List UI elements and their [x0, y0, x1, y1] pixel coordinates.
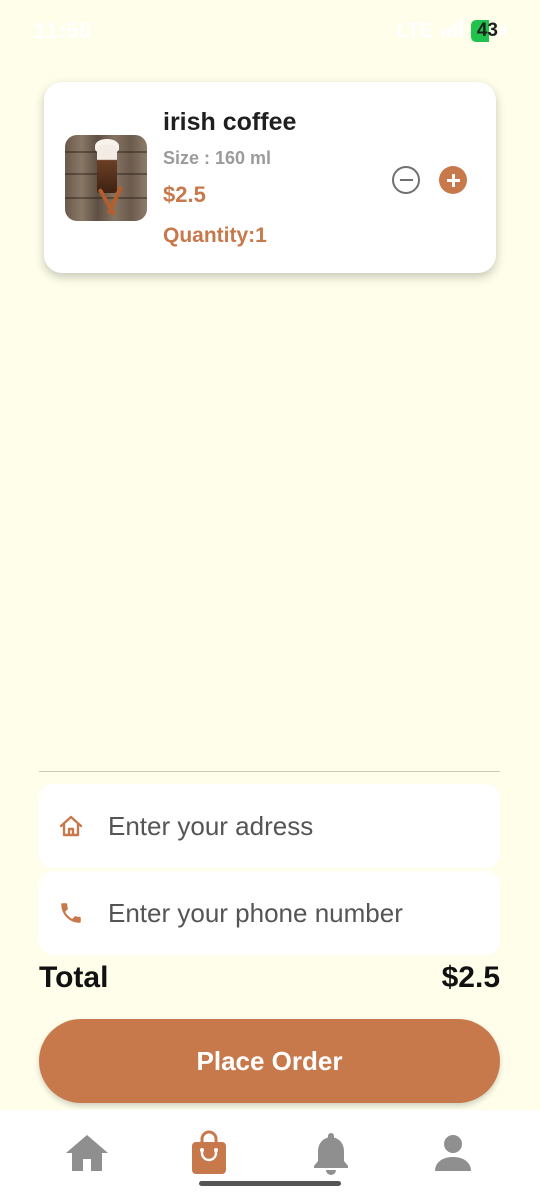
- address-input[interactable]: [108, 810, 488, 842]
- battery-percentage: 43: [476, 20, 498, 41]
- status-indicators: LTE 43: [397, 19, 506, 43]
- decrease-quantity-button[interactable]: [392, 166, 420, 194]
- home-indicator: [199, 1181, 341, 1186]
- signal-icon: [440, 19, 463, 43]
- bell-icon: [311, 1131, 351, 1180]
- phone-field[interactable]: [39, 871, 500, 955]
- item-price: $2.5: [163, 182, 206, 207]
- total-label: Total: [39, 961, 109, 994]
- item-name: irish coffee: [163, 108, 297, 136]
- battery-icon: 43: [470, 20, 506, 42]
- home-outline-icon: [57, 812, 85, 840]
- product-image: [65, 135, 147, 221]
- nav-profile[interactable]: [423, 1125, 483, 1185]
- status-bar: 11:50 LTE 43: [0, 0, 540, 62]
- phone-icon: [57, 899, 85, 927]
- divider: [39, 771, 500, 772]
- item-quantity: Quantity:1: [163, 224, 267, 247]
- item-size: Size : 160 ml: [163, 148, 272, 168]
- bottom-navigation: [0, 1110, 540, 1200]
- status-time: 11:50: [34, 18, 92, 43]
- place-order-button[interactable]: Place Order: [39, 1019, 500, 1103]
- address-field[interactable]: [39, 784, 500, 868]
- shopping-bag-icon: [190, 1130, 228, 1181]
- nav-notifications[interactable]: [301, 1125, 361, 1185]
- total-value: $2.5: [441, 961, 500, 994]
- cart-item-card: irish coffee Size : 160 ml $2.5 Quantity…: [44, 82, 496, 273]
- increase-quantity-button[interactable]: [439, 166, 467, 194]
- minus-icon: [399, 179, 413, 181]
- network-label: LTE: [396, 19, 433, 42]
- phone-input[interactable]: [108, 897, 488, 929]
- person-icon: [433, 1133, 473, 1178]
- nav-cart[interactable]: [179, 1125, 239, 1185]
- home-icon: [64, 1133, 110, 1178]
- nav-home[interactable]: [57, 1125, 117, 1185]
